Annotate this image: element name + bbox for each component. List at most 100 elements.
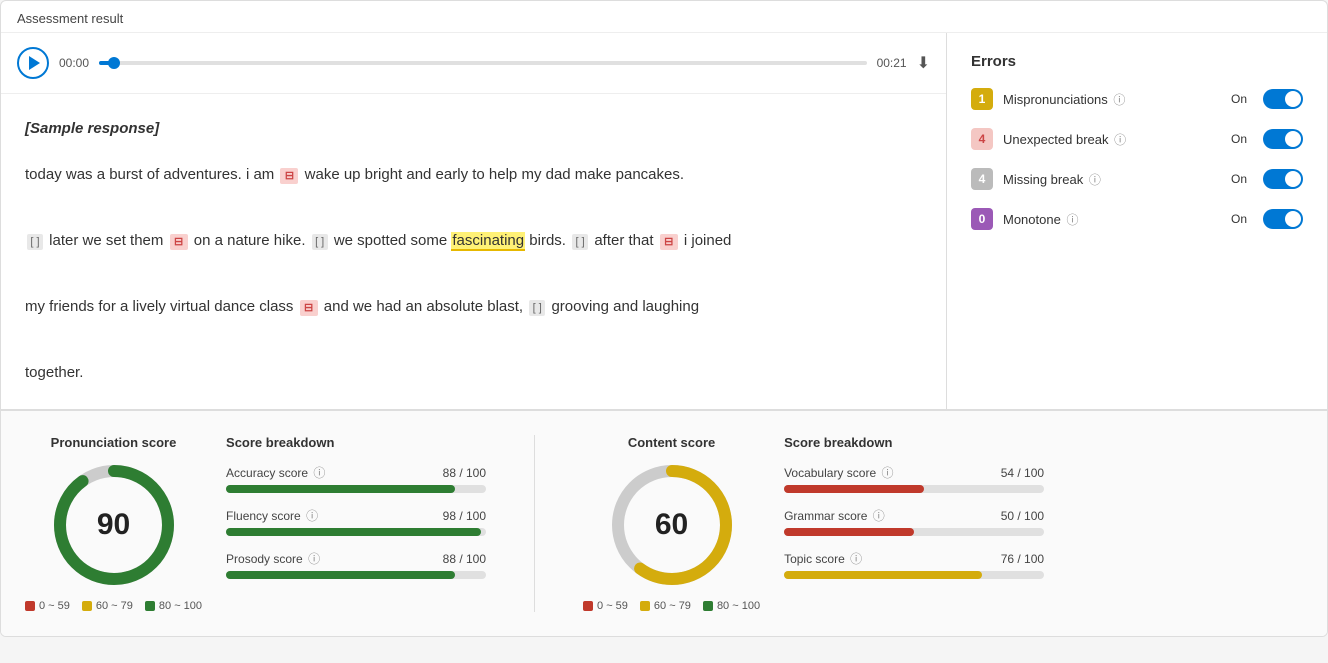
fluency-label: Fluency score ⓘ: [226, 507, 318, 524]
legend-item-low: 0 ~ 59: [25, 600, 70, 612]
text-line2-mid1: on a nature hike.: [194, 232, 310, 249]
text-line1-start: today was a burst of adventures. i am: [25, 166, 278, 183]
bottom-section: Pronunciation score 90 0 ~ 59: [1, 410, 1327, 636]
vocabulary-label: Vocabulary score ⓘ: [784, 464, 893, 481]
errors-panel: Errors 1 Mispronunciations ⓘ On 4 Unexpe…: [947, 33, 1327, 409]
content-breakdown-title: Score breakdown: [784, 435, 1044, 450]
text-body: today was a burst of adventures. i am ⊟ …: [25, 158, 922, 389]
top-section: 00:00 00:21 ⬇ [Sample response] today wa…: [1, 33, 1327, 410]
monotone-info-icon[interactable]: ⓘ: [1066, 213, 1078, 227]
grammar-bar-track: [784, 528, 1044, 536]
missing-break-toggle[interactable]: [1263, 169, 1303, 189]
assessment-container: Assessment result 00:00 00:21 ⬇ [Sample …: [0, 0, 1328, 637]
legend-dot-high: [145, 601, 155, 611]
text-line2-mid2: we spotted some: [334, 232, 452, 249]
missing-break-4: [ ]: [529, 300, 545, 316]
content-donut-chart: 60: [607, 460, 737, 590]
pronunciation-score-value: 90: [97, 508, 130, 542]
fluency-bar-fill: [226, 528, 481, 536]
fluency-score-row: Fluency score ⓘ 98 / 100: [226, 507, 486, 536]
text-line2-start: later we set them: [49, 232, 167, 249]
time-end: 00:21: [877, 56, 907, 70]
play-button[interactable]: [17, 47, 49, 79]
grammar-value: 50 / 100: [1001, 509, 1044, 523]
legend-label-high: 80 ~ 100: [159, 600, 202, 612]
text-content: [Sample response] today was a burst of a…: [1, 94, 946, 409]
missing-break-toggle-label: On: [1231, 172, 1247, 186]
content-legend-dot-mid: [640, 601, 650, 611]
missing-break-badge: 4: [971, 168, 993, 190]
fluency-bar-track: [226, 528, 486, 536]
prosody-bar-fill: [226, 571, 455, 579]
topic-score-row: Topic score ⓘ 76 / 100: [784, 550, 1044, 579]
mispronunciations-badge: 1: [971, 88, 993, 110]
errors-title: Errors: [971, 53, 1303, 70]
error-row-unexpected-break: 4 Unexpected break ⓘ On: [971, 128, 1303, 150]
text-line3-mid: and we had an absolute blast,: [324, 298, 527, 315]
topic-bar-fill: [784, 571, 982, 579]
topic-info-icon[interactable]: ⓘ: [850, 552, 862, 566]
sample-label: [Sample response]: [25, 114, 922, 144]
vertical-divider: [534, 435, 535, 612]
legend-dot-low: [25, 601, 35, 611]
unexpected-break-badge: 4: [971, 128, 993, 150]
legend-label-mid: 60 ~ 79: [96, 600, 133, 612]
monotone-label: Monotone ⓘ: [1003, 211, 1221, 228]
prosody-bar-track: [226, 571, 486, 579]
audio-bar: 00:00 00:21 ⬇: [1, 33, 946, 94]
legend-item-high: 80 ~ 100: [145, 600, 202, 612]
grammar-info-icon[interactable]: ⓘ: [873, 509, 885, 523]
pronunciation-score-block: Pronunciation score 90 0 ~ 59: [25, 435, 486, 612]
topic-value: 76 / 100: [1001, 552, 1044, 566]
accuracy-score-row: Accuracy score ⓘ 88 / 100: [226, 464, 486, 493]
audio-progress-thumb: [108, 57, 120, 69]
unexpected-break-2: ⊟: [170, 234, 188, 250]
prosody-label: Prosody score ⓘ: [226, 550, 320, 567]
left-panel: 00:00 00:21 ⬇ [Sample response] today wa…: [1, 33, 947, 409]
legend-item-mid: 60 ~ 79: [82, 600, 133, 612]
grammar-score-row: Grammar score ⓘ 50 / 100: [784, 507, 1044, 536]
audio-progress-track[interactable]: [99, 61, 867, 65]
accuracy-bar-track: [226, 485, 486, 493]
prosody-score-row: Prosody score ⓘ 88 / 100: [226, 550, 486, 579]
vocabulary-info-icon[interactable]: ⓘ: [881, 466, 893, 480]
missing-break-label: Missing break ⓘ: [1003, 171, 1221, 188]
content-legend-item-high: 80 ~ 100: [703, 600, 760, 612]
unexpected-break-toggle-label: On: [1231, 132, 1247, 146]
monotone-toggle[interactable]: [1263, 209, 1303, 229]
unexpected-break-1: ⊟: [280, 168, 298, 184]
content-legend-dot-low: [583, 601, 593, 611]
content-legend-label-high: 80 ~ 100: [717, 600, 760, 612]
mispronunciations-toggle[interactable]: [1263, 89, 1303, 109]
prosody-info-icon[interactable]: ⓘ: [308, 552, 320, 566]
prosody-value: 88 / 100: [443, 552, 486, 566]
text-line2-after: after that: [594, 232, 657, 249]
accuracy-value: 88 / 100: [443, 466, 486, 480]
mispronunciations-info-icon[interactable]: ⓘ: [1113, 93, 1125, 107]
download-button[interactable]: ⬇: [917, 53, 930, 73]
vocabulary-value: 54 / 100: [1001, 466, 1044, 480]
unexpected-break-toggle[interactable]: [1263, 129, 1303, 149]
text-line4: together.: [25, 364, 83, 381]
error-row-missing-break: 4 Missing break ⓘ On: [971, 168, 1303, 190]
content-donut-area: Content score 60 0 ~ 59: [583, 435, 760, 612]
pronunciation-donut-area: Pronunciation score 90 0 ~ 59: [25, 435, 202, 612]
grammar-bar-fill: [784, 528, 914, 536]
content-legend-item-low: 0 ~ 59: [583, 600, 628, 612]
fluency-value: 98 / 100: [443, 509, 486, 523]
accuracy-label: Accuracy score ⓘ: [226, 464, 325, 481]
unexpected-break-4: ⊟: [300, 300, 318, 316]
accuracy-info-icon[interactable]: ⓘ: [313, 466, 325, 480]
pronunciation-score-title: Pronunciation score: [51, 435, 177, 450]
error-row-mispronunciations: 1 Mispronunciations ⓘ On: [971, 88, 1303, 110]
missing-break-1: [ ]: [27, 234, 43, 250]
unexpected-break-label: Unexpected break ⓘ: [1003, 131, 1221, 148]
highlighted-word-fascinating: fascinating: [451, 232, 525, 251]
missing-break-info-icon[interactable]: ⓘ: [1089, 173, 1101, 187]
fluency-info-icon[interactable]: ⓘ: [306, 509, 318, 523]
content-legend: 0 ~ 59 60 ~ 79 80 ~ 100: [583, 600, 760, 612]
content-score-title: Content score: [628, 435, 715, 450]
error-row-monotone: 0 Monotone ⓘ On: [971, 208, 1303, 230]
topic-label: Topic score ⓘ: [784, 550, 862, 567]
unexpected-break-info-icon[interactable]: ⓘ: [1114, 133, 1126, 147]
